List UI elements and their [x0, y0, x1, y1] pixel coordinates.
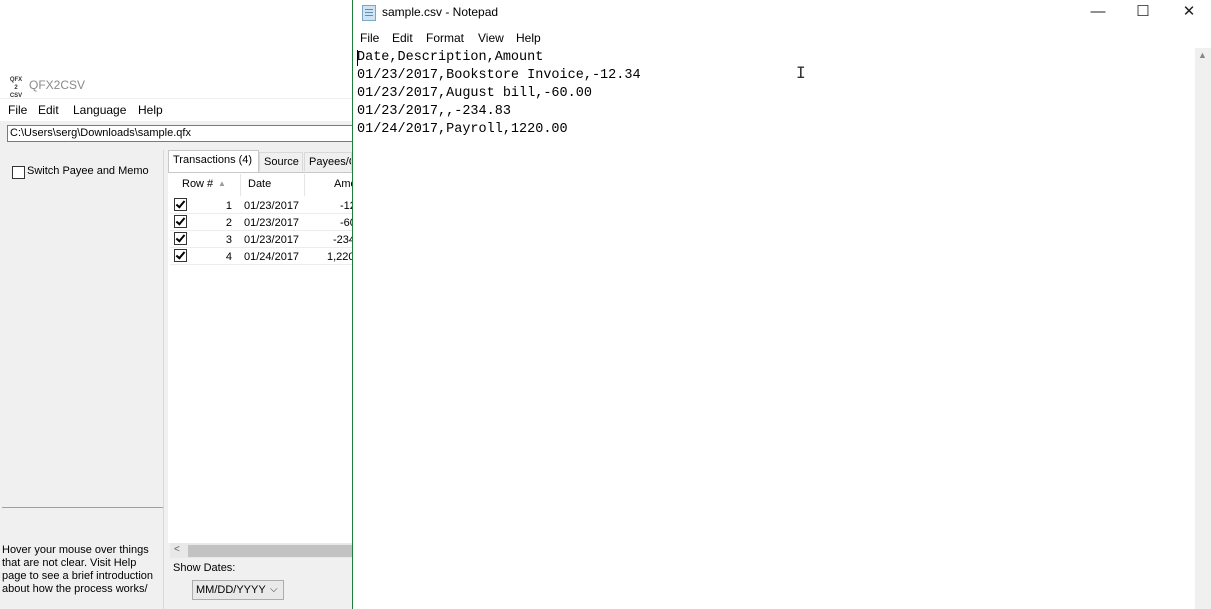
column-separator[interactable]	[304, 174, 305, 196]
column-separator[interactable]	[240, 174, 241, 196]
scrollbar-thumb[interactable]	[188, 545, 352, 557]
sort-ascending-icon: ▲	[218, 179, 226, 188]
cell-amount: -12.34	[340, 200, 352, 212]
row-divider	[170, 213, 352, 214]
qfx-menu-help[interactable]: Help	[138, 103, 163, 117]
row-divider	[170, 247, 352, 248]
close-button[interactable]: ✕	[1177, 3, 1201, 23]
cell-row-number: 2	[225, 217, 232, 229]
vertical-scrollbar[interactable]	[1195, 48, 1211, 609]
maximize-button[interactable]: ☐	[1131, 3, 1155, 23]
cell-amount: 1,220.00	[327, 251, 352, 263]
cell-amount: -234.83	[333, 234, 352, 246]
qfx-menu-edit[interactable]: Edit	[38, 103, 59, 117]
qfx-menu-language[interactable]: Language	[73, 103, 126, 117]
file-path-input[interactable]: C:\Users\serg\Downloads\sample.qfx	[7, 125, 357, 142]
show-dates-label: Show Dates:	[173, 562, 236, 574]
row-divider	[170, 264, 352, 265]
row-divider	[170, 230, 352, 231]
chevron-down-icon[interactable]: ⌵	[270, 584, 278, 595]
np-menu-view[interactable]: View	[478, 31, 504, 45]
help-hint-text: Hover your mouse over things that are no…	[2, 544, 154, 595]
switch-payee-memo-checkbox[interactable]	[12, 166, 25, 179]
panel-divider[interactable]	[2, 507, 163, 508]
cell-row-number: 4	[225, 251, 232, 263]
text-caret	[357, 50, 358, 66]
np-menu-format[interactable]: Format	[426, 31, 464, 45]
column-header-amount[interactable]: Amo	[334, 178, 352, 190]
cell-date: 01/24/2017	[244, 251, 300, 263]
minimize-button[interactable]: —	[1086, 3, 1110, 23]
cell-date: 01/23/2017	[244, 200, 300, 212]
np-menu-edit[interactable]: Edit	[392, 31, 413, 45]
cell-date: 01/23/2017	[244, 234, 300, 246]
cell-row-number: 3	[225, 234, 232, 246]
cell-row-number: 1	[225, 200, 232, 212]
np-menu-file[interactable]: File	[360, 31, 379, 45]
np-menu-help[interactable]: Help	[516, 31, 541, 45]
csv-text-content[interactable]: Date,Description,Amount 01/23/2017,Books…	[357, 49, 641, 139]
cell-date: 01/23/2017	[244, 217, 300, 229]
scroll-up-icon[interactable]: ▲	[1198, 50, 1207, 60]
qfx2csv-logo-icon: QFX 2 CSV	[9, 77, 23, 99]
row-checkbox[interactable]	[174, 198, 187, 211]
qfx-menu-file[interactable]: File	[8, 103, 27, 117]
scroll-left-icon[interactable]: <	[174, 544, 180, 555]
column-header-date[interactable]: Date	[248, 178, 271, 190]
desktop-area	[0, 0, 352, 72]
row-checkbox[interactable]	[174, 232, 187, 245]
options-panel	[2, 150, 164, 609]
switch-payee-memo-label[interactable]: Switch Payee and Memo	[27, 165, 149, 177]
row-checkbox[interactable]	[174, 215, 187, 228]
notepad-icon	[362, 5, 376, 21]
tab-source[interactable]: Source	[259, 152, 303, 171]
tab-transactions[interactable]: Transactions (4)	[168, 150, 259, 172]
qfx2csv-title: QFX2CSV	[29, 78, 86, 92]
row-checkbox[interactable]	[174, 249, 187, 262]
column-header-row-number[interactable]: Row #	[182, 178, 213, 190]
ibeam-cursor-icon: I	[796, 63, 806, 82]
cell-amount: -60.00	[340, 217, 352, 229]
tab-payees[interactable]: Payees/C	[304, 152, 352, 171]
notepad-title: sample.csv - Notepad	[382, 5, 499, 19]
